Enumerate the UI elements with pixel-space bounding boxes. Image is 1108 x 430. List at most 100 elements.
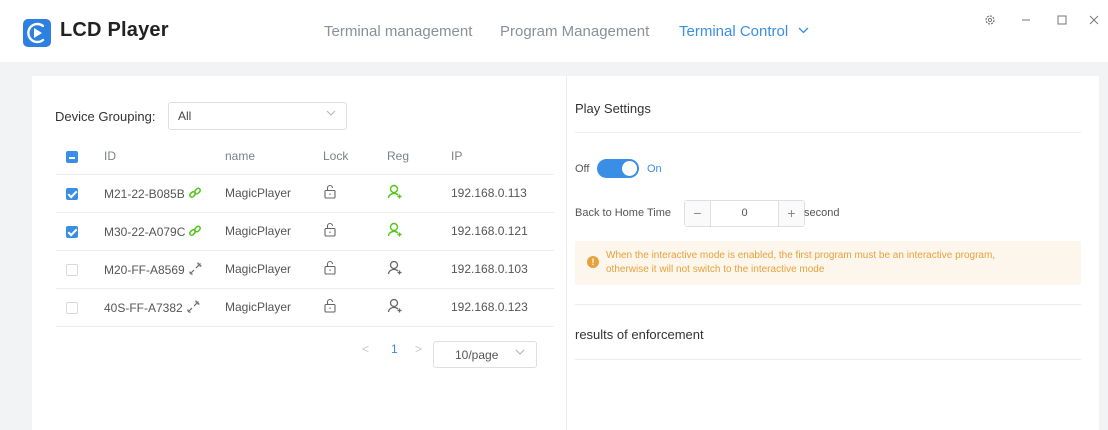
page-size-select[interactable]: 10/page xyxy=(433,341,537,368)
pagination-next-button[interactable]: > xyxy=(415,342,422,356)
play-settings-panel: Play Settings Off On Back to Home Time −… xyxy=(566,76,1099,430)
warning-icon: ! xyxy=(587,256,599,268)
pagination-page-1[interactable]: 1 xyxy=(391,342,398,356)
increment-button[interactable]: + xyxy=(778,201,804,226)
row-checkbox[interactable] xyxy=(66,263,78,276)
title-bar: LCD Player Terminal management Program M… xyxy=(0,0,1108,62)
warning-alert: ! When the interactive mode is enabled, … xyxy=(575,241,1081,285)
device-ip: 192.168.0.103 xyxy=(451,250,554,289)
back-to-home-label: Back to Home Time xyxy=(575,207,671,219)
table-row[interactable]: M21-22-B085B MagicPlayer 192.168.0.113 xyxy=(56,174,554,213)
device-id-cell: 40S-FF-A7382 xyxy=(104,288,225,327)
results-title: results of enforcement xyxy=(575,327,704,342)
device-ip: 192.168.0.121 xyxy=(451,212,554,251)
row-checkbox[interactable] xyxy=(66,225,78,238)
user-unregistered-icon xyxy=(387,298,402,313)
column-header-ip: IP xyxy=(451,138,554,175)
reg-cell xyxy=(387,212,451,251)
unlock-icon[interactable] xyxy=(323,298,337,313)
settings-icon xyxy=(985,15,995,25)
warning-text: When the interactive mode is enabled, th… xyxy=(606,249,995,277)
device-id: M30-22-A079C xyxy=(104,224,186,239)
device-id-cell: M20-FF-A8569 xyxy=(104,250,225,289)
link-connected-icon xyxy=(189,225,202,236)
nav-terminal-control[interactable]: Terminal Control xyxy=(679,23,809,40)
device-ip: 192.168.0.123 xyxy=(451,288,554,327)
play-settings-title: Play Settings xyxy=(575,101,651,116)
column-header-id: ID xyxy=(104,138,225,175)
device-ip: 192.168.0.113 xyxy=(451,174,554,213)
divider xyxy=(575,132,1081,133)
user-unregistered-icon xyxy=(387,260,402,275)
device-grouping-value: All xyxy=(178,109,192,123)
link-broken-icon xyxy=(189,262,202,275)
close-icon xyxy=(1089,15,1099,25)
toggle-knob xyxy=(622,161,637,176)
device-name: MagicPlayer xyxy=(225,174,323,213)
header-select-cell xyxy=(56,138,104,175)
home-time-input[interactable]: 0 xyxy=(712,207,777,219)
device-grouping-select[interactable]: All xyxy=(168,102,347,130)
device-id: 40S-FF-A7382 xyxy=(104,300,183,315)
device-name: MagicPlayer xyxy=(225,250,323,289)
home-time-stepper: − 0 + xyxy=(684,200,805,227)
row-select-cell xyxy=(56,212,104,251)
reg-cell xyxy=(387,288,451,327)
table-header-row: ID name Lock Reg IP xyxy=(56,138,554,175)
link-connected-icon xyxy=(188,187,201,198)
user-registered-icon xyxy=(387,222,402,237)
lock-cell xyxy=(323,250,387,289)
table-row[interactable]: M30-22-A079C MagicPlayer 192.168.0.121 xyxy=(56,212,554,251)
column-header-reg: Reg xyxy=(387,138,451,175)
device-id-cell: M21-22-B085B xyxy=(104,174,225,213)
device-id: M20-FF-A8569 xyxy=(104,262,185,277)
unlock-icon[interactable] xyxy=(323,184,337,199)
chevron-down-icon xyxy=(798,27,809,34)
device-id: M21-22-B085B xyxy=(104,186,185,201)
chevron-down-icon xyxy=(326,110,336,116)
nav-terminal-management[interactable]: Terminal management xyxy=(324,23,472,40)
row-select-cell xyxy=(56,174,104,213)
table-row[interactable]: 40S-FF-A7382 MagicPlayer 192.168.0.123 xyxy=(56,288,554,327)
settings-button[interactable] xyxy=(980,10,1000,30)
page-size-value: 10/page xyxy=(455,348,499,362)
decrement-button[interactable]: − xyxy=(685,201,711,226)
lock-cell xyxy=(323,174,387,213)
nav-program-management[interactable]: Program Management xyxy=(500,23,649,40)
row-select-cell xyxy=(56,250,104,289)
home-time-unit: second xyxy=(804,207,840,219)
toggle-on-label: On xyxy=(647,163,662,175)
maximize-button[interactable] xyxy=(1052,10,1072,30)
reg-cell xyxy=(387,250,451,289)
pagination-prev-button[interactable]: < xyxy=(362,342,369,356)
app-logo-icon xyxy=(23,19,51,47)
link-broken-icon xyxy=(187,300,200,313)
toggle-off-label: Off xyxy=(575,163,590,175)
close-button[interactable] xyxy=(1084,10,1104,30)
device-name: MagicPlayer xyxy=(225,212,323,251)
minimize-button[interactable] xyxy=(1016,10,1036,30)
unlock-icon[interactable] xyxy=(323,260,337,275)
select-all-checkbox[interactable] xyxy=(66,150,78,163)
interactive-mode-toggle[interactable] xyxy=(597,159,639,178)
row-checkbox[interactable] xyxy=(66,187,78,200)
chevron-down-icon xyxy=(515,349,525,355)
nav-terminal-control-label: Terminal Control xyxy=(679,23,789,40)
lock-cell xyxy=(323,288,387,327)
device-table: ID name Lock Reg IP M21-22-B085B MagicPl… xyxy=(56,138,554,327)
column-header-name: name xyxy=(225,138,323,175)
row-select-cell xyxy=(56,288,104,327)
divider xyxy=(575,304,1081,305)
app-title: LCD Player xyxy=(60,19,169,41)
maximize-icon xyxy=(1057,15,1067,25)
divider xyxy=(575,359,1081,360)
unlock-icon[interactable] xyxy=(323,222,337,237)
user-registered-icon xyxy=(387,184,402,199)
row-checkbox[interactable] xyxy=(66,301,78,314)
nav-terminal-management-label: Terminal management xyxy=(324,23,473,40)
warning-line-1: When the interactive mode is enabled, th… xyxy=(606,250,996,261)
table-row[interactable]: M20-FF-A8569 MagicPlayer 192.168.0.103 xyxy=(56,250,554,289)
minimize-icon xyxy=(1022,19,1030,21)
device-name: MagicPlayer xyxy=(225,288,323,327)
warning-line-2: otherwise it will not switch to the inte… xyxy=(606,264,825,275)
